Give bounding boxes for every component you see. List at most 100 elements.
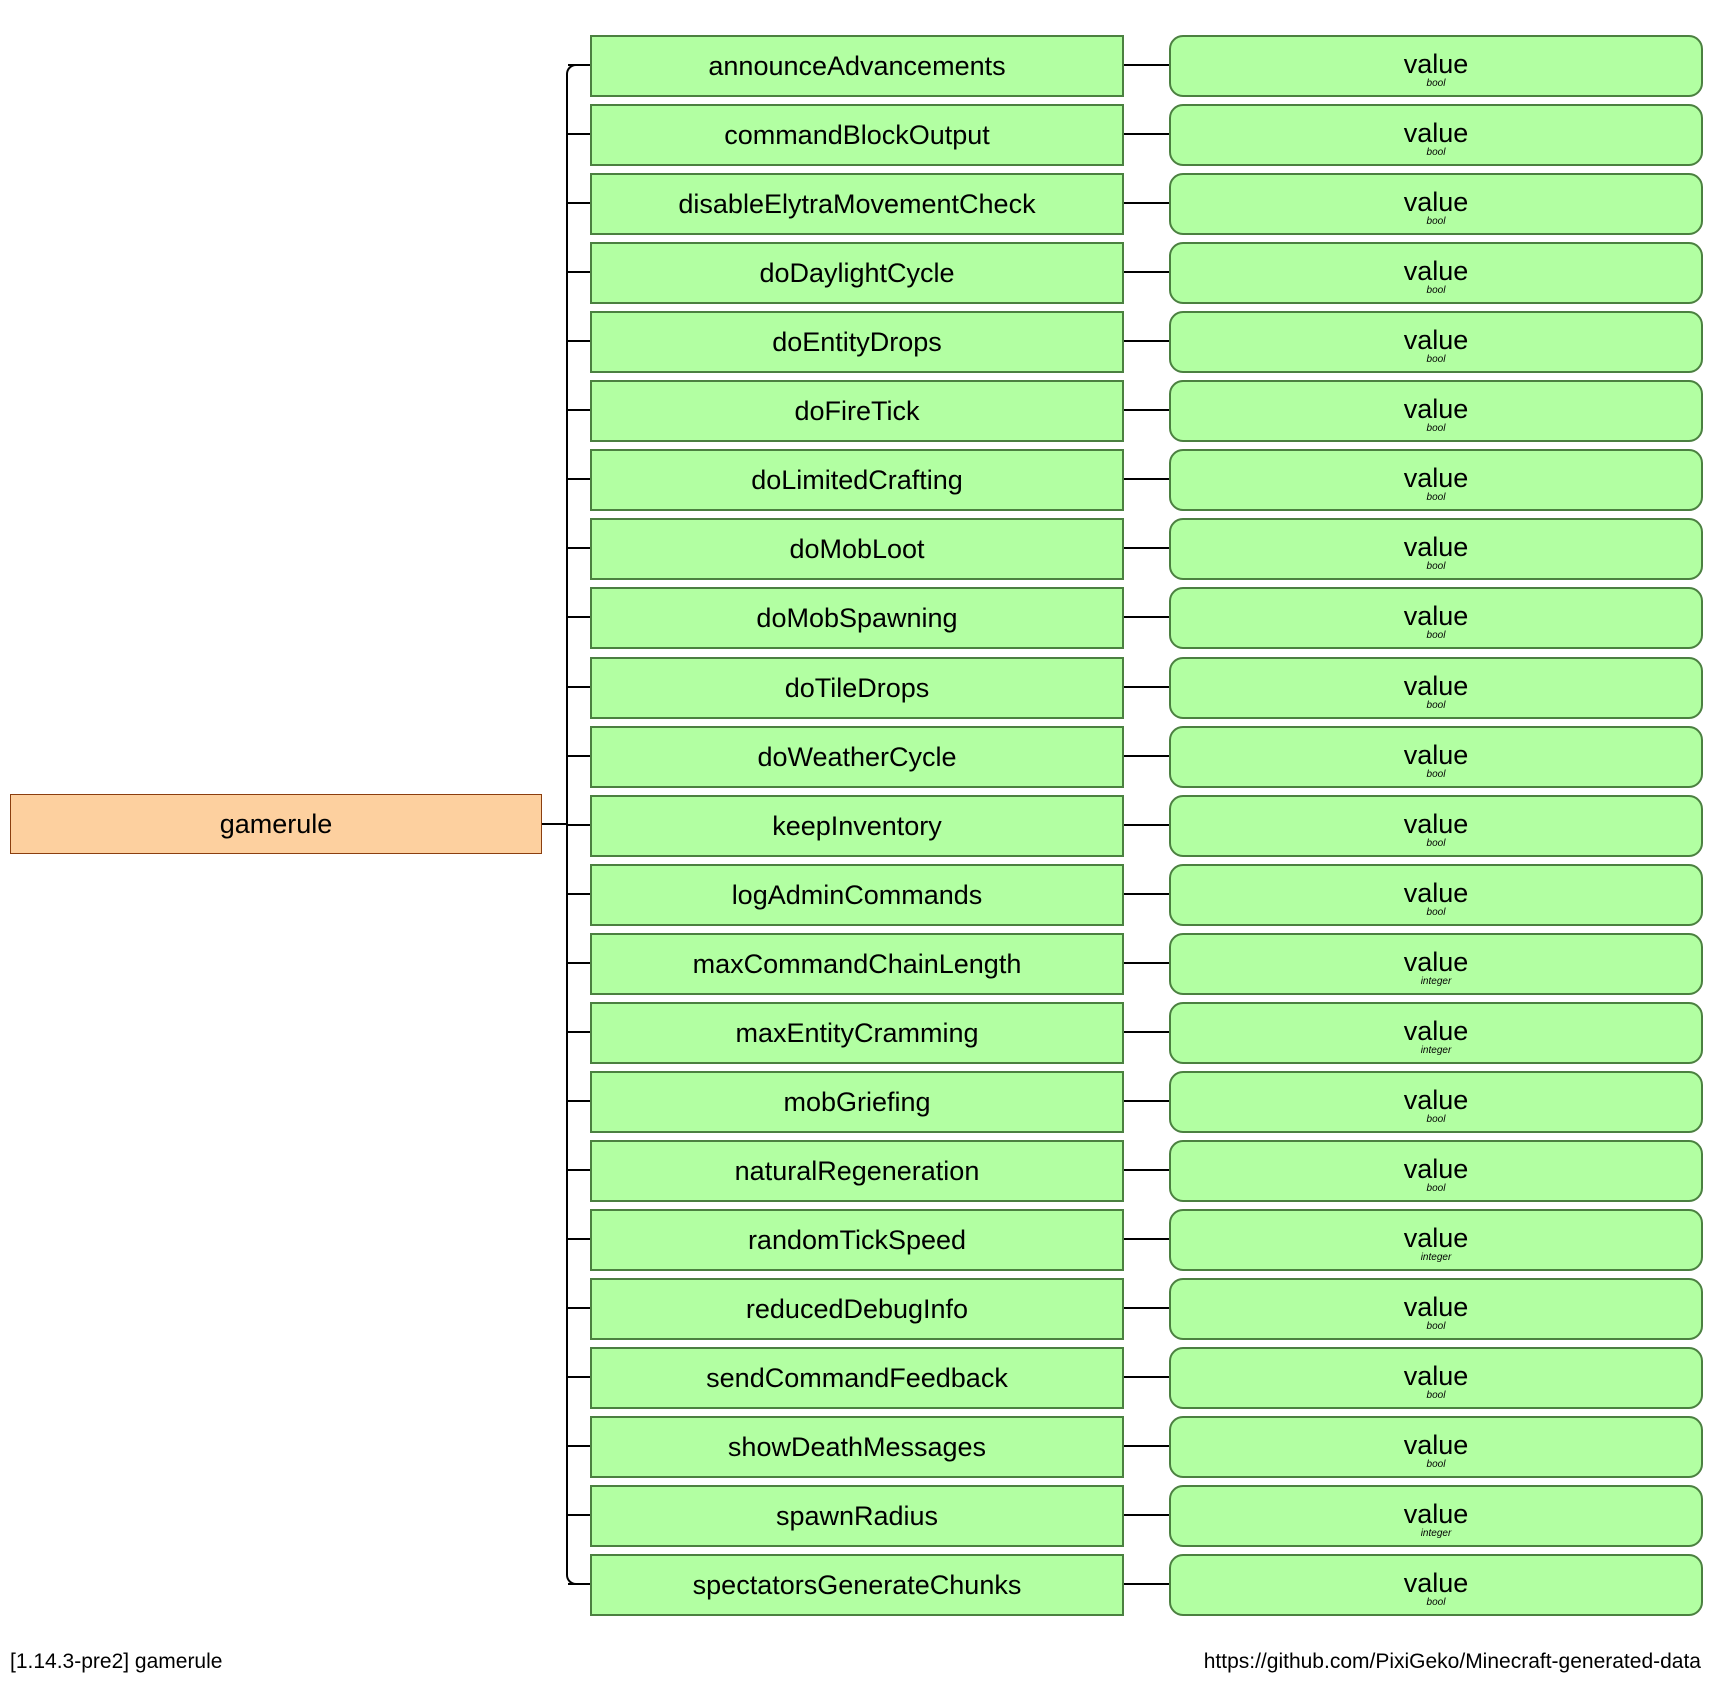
rule-node: spectatorsGenerateChunks <box>590 1554 1124 1616</box>
value-type-label: bool <box>1426 1389 1446 1401</box>
rule-node: maxEntityCramming <box>590 1002 1124 1064</box>
value-type-label: bool <box>1426 768 1446 780</box>
value-node: value bool <box>1169 1554 1703 1616</box>
branch-connector <box>568 1307 590 1309</box>
value-type-label: bool <box>1426 1113 1446 1125</box>
branch-connector <box>568 616 590 618</box>
value-label: value <box>1403 1291 1469 1322</box>
value-node: value bool <box>1169 1140 1703 1202</box>
branch-connector <box>568 1376 590 1378</box>
value-connector <box>1124 1514 1169 1516</box>
value-connector <box>1124 962 1169 964</box>
branch-connector <box>568 547 590 549</box>
value-label: value <box>1403 1015 1469 1046</box>
rule-node: doMobSpawning <box>590 587 1124 649</box>
value-type-label: integer <box>1420 1251 1452 1263</box>
value-type-label: bool <box>1426 353 1446 365</box>
value-label: value <box>1403 1153 1469 1184</box>
value-label: value <box>1403 48 1469 79</box>
rule-node: keepInventory <box>590 795 1124 857</box>
value-connector <box>1124 340 1169 342</box>
value-connector <box>1124 1100 1169 1102</box>
value-label: value <box>1403 1360 1469 1391</box>
value-label: value <box>1403 393 1469 424</box>
value-label: value <box>1403 600 1469 631</box>
rule-node: announceAdvancements <box>590 35 1124 97</box>
value-connector <box>1124 1307 1169 1309</box>
rule-node: doDaylightCycle <box>590 242 1124 304</box>
branch-connector <box>568 686 590 688</box>
value-connector <box>1124 409 1169 411</box>
branch-connector <box>568 1169 590 1171</box>
branch-connector <box>568 1445 590 1447</box>
branch-connector <box>568 340 590 342</box>
value-label: value <box>1403 739 1469 770</box>
value-node: value bool <box>1169 657 1703 719</box>
rule-node: reducedDebugInfo <box>590 1278 1124 1340</box>
rule-node: doTileDrops <box>590 657 1124 719</box>
value-connector <box>1124 755 1169 757</box>
value-node: value bool <box>1169 1278 1703 1340</box>
value-label: value <box>1403 877 1469 908</box>
value-type-label: bool <box>1426 560 1446 572</box>
branch-connector <box>568 1583 590 1585</box>
value-node: value bool <box>1169 1347 1703 1409</box>
value-type-label: bool <box>1426 1596 1446 1608</box>
value-label: value <box>1403 255 1469 286</box>
rule-node: sendCommandFeedback <box>590 1347 1124 1409</box>
value-type-label: bool <box>1426 1458 1446 1470</box>
value-type-label: integer <box>1420 1527 1452 1539</box>
value-label: value <box>1403 946 1469 977</box>
value-node: value bool <box>1169 104 1703 166</box>
value-connector <box>1124 1238 1169 1240</box>
value-label: value <box>1403 1084 1469 1115</box>
value-connector <box>1124 202 1169 204</box>
branch-connector <box>568 1514 590 1516</box>
value-node: value integer <box>1169 1002 1703 1064</box>
rule-node: naturalRegeneration <box>590 1140 1124 1202</box>
value-connector <box>1124 893 1169 895</box>
value-type-label: bool <box>1426 629 1446 641</box>
value-type-label: integer <box>1420 1044 1452 1056</box>
value-connector <box>1124 1031 1169 1033</box>
value-label: value <box>1403 186 1469 217</box>
value-type-label: bool <box>1426 422 1446 434</box>
value-label: value <box>1403 670 1469 701</box>
branch-connector <box>568 202 590 204</box>
rule-node: logAdminCommands <box>590 864 1124 926</box>
value-connector <box>1124 1169 1169 1171</box>
root-connector <box>542 823 566 825</box>
value-label: value <box>1403 117 1469 148</box>
value-node: value bool <box>1169 518 1703 580</box>
value-connector <box>1124 547 1169 549</box>
value-connector <box>1124 824 1169 826</box>
value-node: value bool <box>1169 35 1703 97</box>
rule-node: spawnRadius <box>590 1485 1124 1547</box>
value-label: value <box>1403 1222 1469 1253</box>
branch-connector <box>568 962 590 964</box>
rule-node: showDeathMessages <box>590 1416 1124 1478</box>
value-node: value bool <box>1169 449 1703 511</box>
value-label: value <box>1403 324 1469 355</box>
value-label: value <box>1403 1567 1469 1598</box>
branch-connector <box>568 478 590 480</box>
branch-connector <box>568 893 590 895</box>
value-type-label: bool <box>1426 1182 1446 1194</box>
value-type-label: bool <box>1426 215 1446 227</box>
branch-connector <box>568 1031 590 1033</box>
value-connector <box>1124 478 1169 480</box>
value-connector <box>1124 616 1169 618</box>
footer-version-label: [1.14.3-pre2] gamerule <box>10 1650 223 1673</box>
value-connector <box>1124 271 1169 273</box>
value-type-label: integer <box>1420 975 1452 987</box>
value-type-label: bool <box>1426 837 1446 849</box>
branch-connector <box>568 133 590 135</box>
value-node: value bool <box>1169 726 1703 788</box>
value-connector <box>1124 133 1169 135</box>
value-connector <box>1124 1376 1169 1378</box>
value-node: value bool <box>1169 380 1703 442</box>
branch-connector <box>568 755 590 757</box>
branch-connector <box>568 824 590 826</box>
value-connector <box>1124 686 1169 688</box>
value-connector <box>1124 64 1169 66</box>
